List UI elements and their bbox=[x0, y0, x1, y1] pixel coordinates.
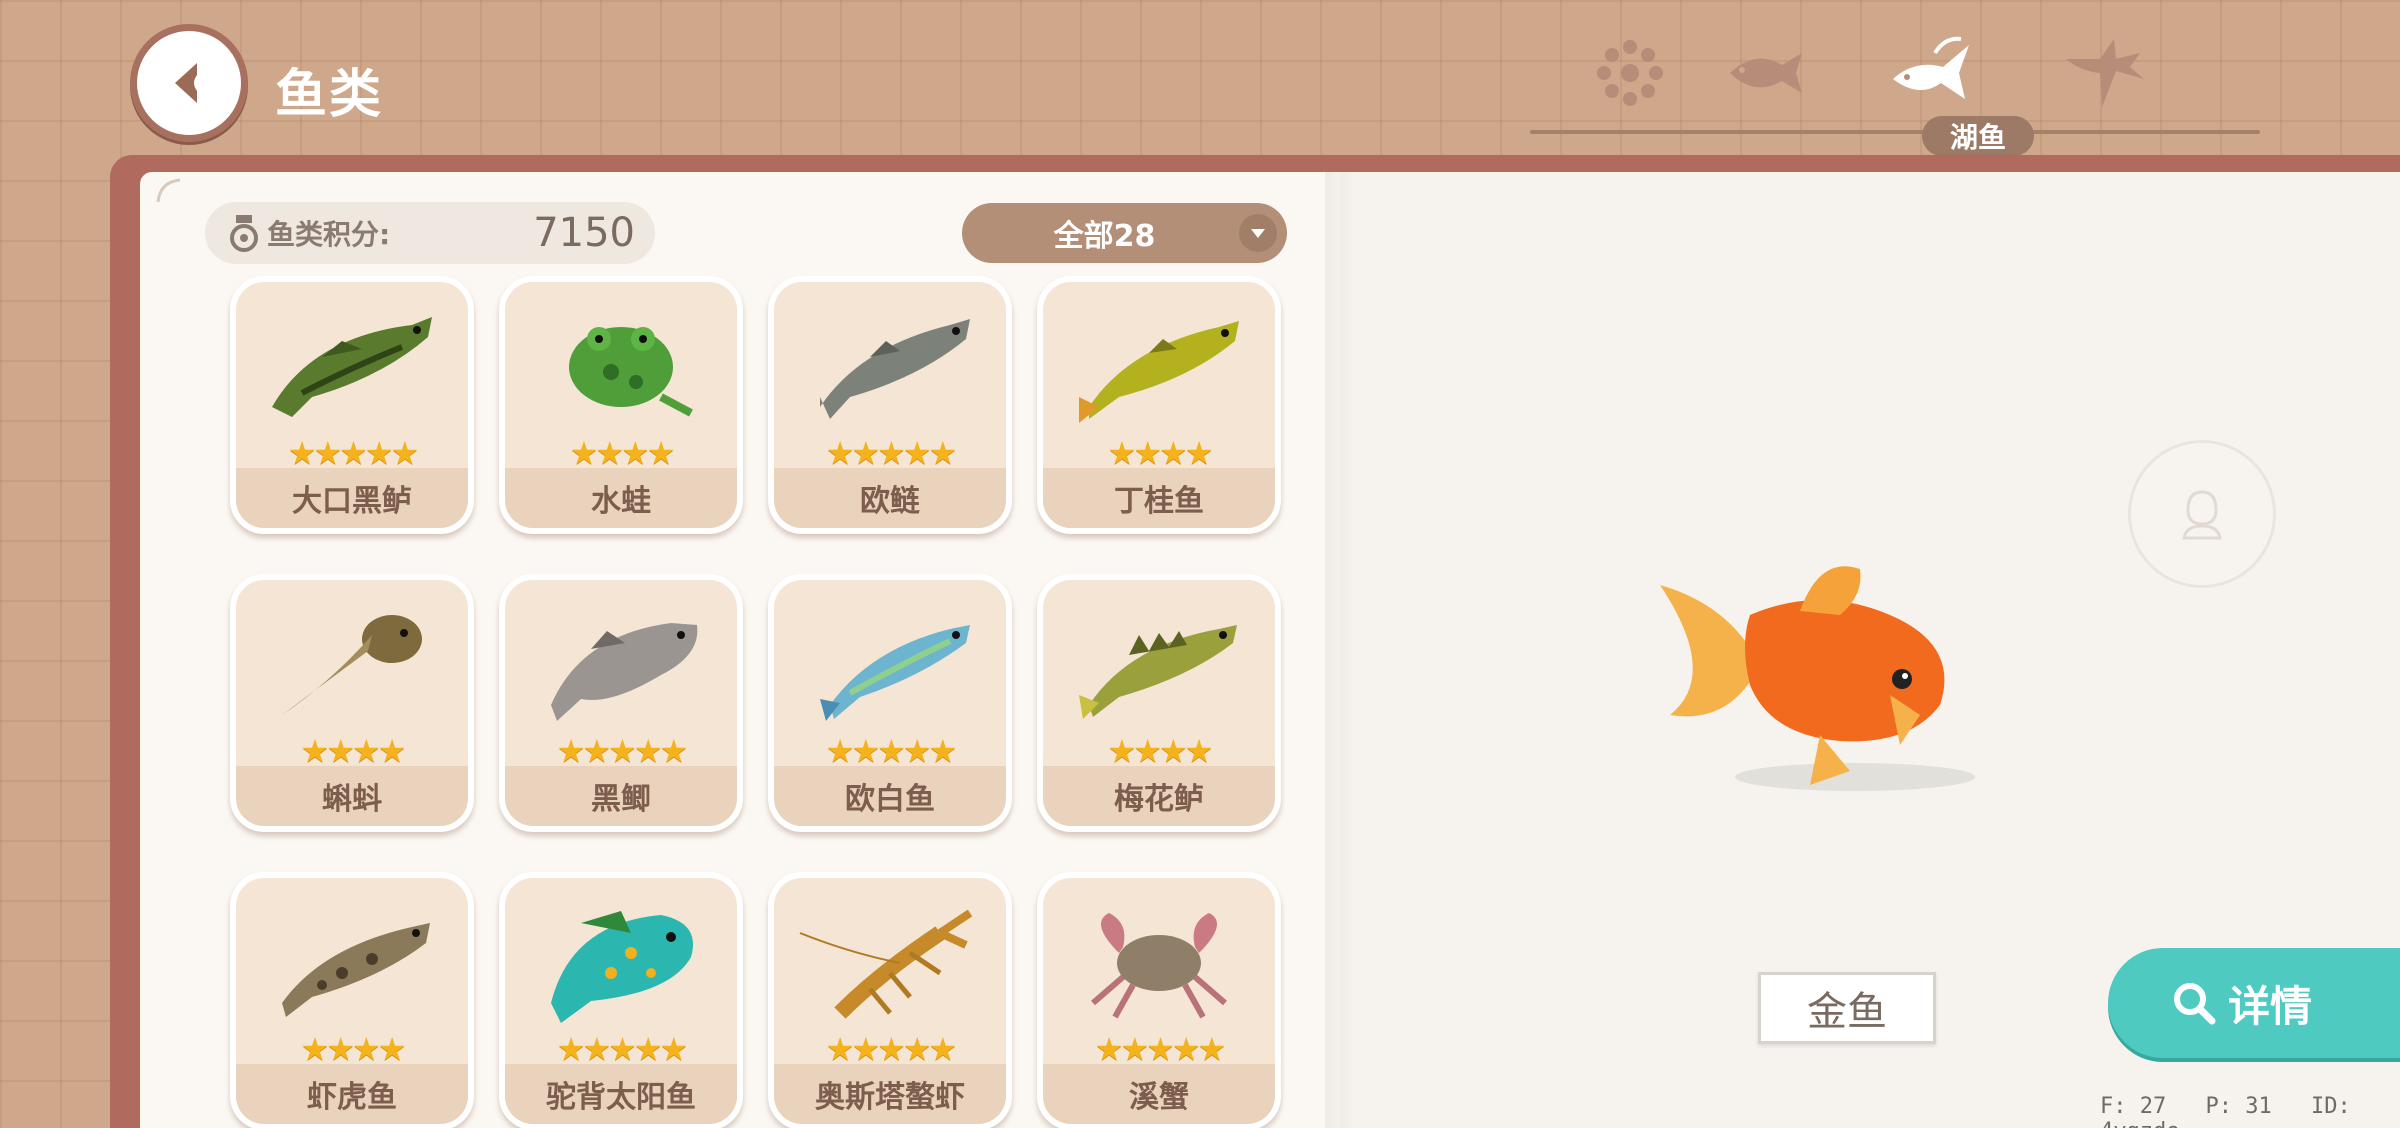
star-rating: ★★★★★ bbox=[825, 1030, 957, 1068]
tab-flower[interactable] bbox=[1580, 28, 1680, 118]
filter-label: 全部28 bbox=[1053, 219, 1156, 254]
star-rating: ★★★★★ bbox=[825, 732, 957, 770]
star-rating: ★★★★ bbox=[300, 1030, 407, 1068]
largemouth-bass-icon bbox=[272, 317, 432, 417]
fish-name: 欧鲢 bbox=[774, 468, 1006, 528]
score-label: 鱼类积分: bbox=[267, 218, 391, 251]
tab-shark[interactable] bbox=[2055, 28, 2155, 118]
tadpole-icon bbox=[282, 615, 422, 715]
score-value: 7150 bbox=[533, 210, 635, 256]
pumpkinseed-sunfish-icon bbox=[551, 911, 693, 1023]
fish-name: 蝌蚪 bbox=[236, 766, 468, 826]
fish-name: 溪蟹 bbox=[1043, 1064, 1275, 1124]
fish-card[interactable]: ★★★★★ 大口黑鲈 bbox=[230, 276, 474, 534]
debug-p: P: 31 bbox=[2205, 1094, 2272, 1119]
fish-name: 水蛙 bbox=[505, 468, 737, 528]
detail-button-label: 详情 bbox=[2228, 981, 2313, 1031]
star-rating: ★★★★ bbox=[569, 434, 676, 472]
medal-icon bbox=[230, 215, 258, 252]
fish-name: 驼背太阳鱼 bbox=[505, 1064, 737, 1124]
fish-card[interactable]: ★★★★ 蝌蚪 bbox=[230, 574, 474, 832]
tab-lake-fish[interactable] bbox=[1880, 28, 1980, 118]
person-icon bbox=[2182, 490, 2222, 540]
fish-name: 梅花鲈 bbox=[1043, 766, 1275, 826]
lake-fish-icon bbox=[1893, 36, 1969, 99]
back-button[interactable] bbox=[130, 24, 248, 142]
chevron-down-icon bbox=[1239, 214, 1277, 252]
fish-grid: ★★★★★ 大口黑鲈 ★★★★ 水蛙 ★★★★★ 欧鲢 ★★★★ 丁桂鱼 ★★★… bbox=[226, 276, 1286, 1128]
star-rating: ★★★★ bbox=[1107, 434, 1214, 472]
fish-name: 虾虎鱼 bbox=[236, 1064, 468, 1124]
crayfish-icon bbox=[799, 909, 973, 1019]
debug-f: F: 27 bbox=[2100, 1094, 2167, 1119]
fish-card[interactable]: ★★★★ 丁桂鱼 bbox=[1037, 276, 1281, 534]
fish-card[interactable]: ★★★★★ 欧鲢 bbox=[768, 276, 1012, 534]
detail-button[interactable]: 详情 bbox=[2108, 948, 2400, 1058]
fish-name: 奥斯塔螯虾 bbox=[774, 1064, 1006, 1124]
page-title: 鱼类 bbox=[275, 65, 384, 125]
river-crab-icon bbox=[1091, 913, 1227, 1019]
book-spine bbox=[1325, 172, 1355, 1128]
tench-fish-icon bbox=[1079, 321, 1239, 423]
fish-card[interactable]: ★★★★ 水蛙 bbox=[499, 276, 743, 534]
back-arrow-icon bbox=[175, 63, 197, 103]
fish-icon bbox=[1730, 53, 1802, 93]
tab-divider bbox=[1530, 130, 2260, 134]
goldfish-model bbox=[1660, 566, 1975, 791]
fish-score: 鱼类积分: 7150 bbox=[205, 202, 655, 264]
magnifier-icon bbox=[2174, 983, 2216, 1025]
flower-icon bbox=[1597, 40, 1663, 106]
star-rating: ★★★★★ bbox=[1094, 1030, 1226, 1068]
page-corner-icon bbox=[156, 178, 181, 203]
selected-fish-name: 金鱼 bbox=[1758, 972, 1936, 1044]
active-tab-label: 湖鱼 bbox=[1922, 116, 2034, 156]
fish-card[interactable]: ★★★★★ 欧白鱼 bbox=[768, 574, 1012, 832]
star-rating: ★★★★★ bbox=[556, 732, 688, 770]
fish-name: 欧白鱼 bbox=[774, 766, 1006, 826]
star-rating: ★★★★★ bbox=[556, 1030, 688, 1068]
fish-card[interactable]: ★★★★ 梅花鲈 bbox=[1037, 574, 1281, 832]
category-tabs: 湖鱼 bbox=[1530, 20, 2260, 160]
avatar-button[interactable] bbox=[2128, 440, 2276, 588]
fish-card[interactable]: ★★★★★ 溪蟹 bbox=[1037, 872, 1281, 1128]
prussian-carp-icon bbox=[551, 623, 698, 721]
fish-card[interactable]: ★★★★★ 驼背太阳鱼 bbox=[499, 872, 743, 1128]
star-rating: ★★★★★ bbox=[825, 434, 957, 472]
filter-dropdown[interactable]: 全部28 bbox=[962, 203, 1287, 263]
fish-name: 大口黑鲈 bbox=[236, 468, 468, 528]
debug-info: F: 27 P: 31 ID: 4ygzde bbox=[2100, 1094, 2400, 1128]
fish-name: 丁桂鱼 bbox=[1043, 468, 1275, 528]
tab-fish[interactable] bbox=[1715, 28, 1815, 118]
fish-card[interactable]: ★★★★ 虾虎鱼 bbox=[230, 872, 474, 1128]
star-rating: ★★★★ bbox=[300, 732, 407, 770]
star-rating: ★★★★ bbox=[1107, 732, 1214, 770]
fish-card[interactable]: ★★★★★ 黑鲫 bbox=[499, 574, 743, 832]
frog-icon bbox=[569, 327, 693, 417]
ruffe-fish-icon bbox=[1079, 625, 1237, 719]
fish-card[interactable]: ★★★★★ 奥斯塔螯虾 bbox=[768, 872, 1012, 1128]
star-rating: ★★★★★ bbox=[287, 434, 419, 472]
shark-icon bbox=[2066, 39, 2144, 107]
roach-fish-icon bbox=[820, 319, 970, 419]
goby-fish-icon bbox=[282, 923, 430, 1017]
bleak-fish-icon bbox=[820, 625, 970, 721]
fish-name: 黑鲫 bbox=[505, 766, 737, 826]
